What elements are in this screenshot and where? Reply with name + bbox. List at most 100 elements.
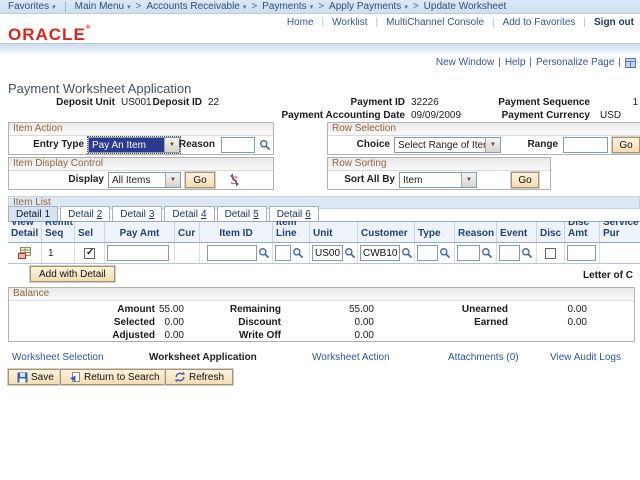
link-add-to-favorites[interactable]: Add to Favorites	[503, 17, 576, 28]
col-unit: Unit	[310, 222, 358, 242]
item-line-lookup-icon[interactable]	[292, 247, 304, 259]
view-detail-icon[interactable]	[17, 246, 32, 260]
col-customer: Customer	[358, 222, 415, 242]
grid-data-row: 1	[8, 243, 640, 264]
link-worklist[interactable]: Worklist	[332, 17, 367, 28]
link-sign-out[interactable]: Sign out	[594, 17, 634, 28]
breadcrumb-main-menu[interactable]: Main Menu▾	[75, 1, 131, 12]
menu-arrow-icon: ▾	[127, 3, 131, 11]
link-new-window[interactable]: New Window	[436, 57, 494, 68]
save-button[interactable]: Save	[8, 369, 63, 385]
header-gradient-band	[0, 43, 640, 54]
tab-detail-1[interactable]: Detail1	[8, 206, 58, 221]
breadcrumb-update-worksheet[interactable]: Update Worksheet	[424, 1, 507, 12]
display-go-button[interactable]: Go	[185, 172, 215, 188]
breadcrumb-accounts-receivable[interactable]: Accounts Receivable▾	[146, 1, 246, 12]
disc-amt-input[interactable]	[567, 245, 596, 261]
sort-go-button[interactable]: Go	[511, 172, 539, 188]
discount-value: 0.00	[299, 317, 374, 328]
item-display-control-groupbox: Item Display Control Display All Items▼ …	[8, 157, 274, 190]
earned-value: 0.00	[519, 317, 587, 328]
payment-currency-label: Payment Currency	[480, 110, 590, 121]
item-id-input[interactable]	[207, 245, 257, 261]
chevron-down-icon: ▼	[165, 173, 180, 187]
breadcrumb-separator: >	[318, 1, 324, 12]
refresh-button[interactable]: Refresh	[165, 369, 233, 385]
return-to-search-icon	[69, 371, 81, 383]
col-event: Event	[497, 222, 537, 242]
item-action-groupbox: Item Action Entry Type Pay An Item▼ Reas…	[8, 122, 274, 155]
choice-select[interactable]: Select Range of Items▼	[394, 137, 501, 153]
col-item-line: Item Line	[273, 222, 310, 242]
letter-of-credit-label: Letter of C	[583, 270, 633, 281]
link-view-audit-logs[interactable]: View Audit Logs	[550, 352, 621, 363]
item-line-input[interactable]	[275, 245, 291, 261]
sort-all-by-select[interactable]: Item▼	[399, 172, 477, 188]
breadcrumb-apply-payments[interactable]: Apply Payments▾	[329, 1, 408, 12]
item-list-tabs: Detail1 Detail2 Detail3 Detail4 Detail5 …	[8, 206, 319, 221]
col-item-id: Item ID	[200, 222, 273, 242]
currency-conversion-icon[interactable]: S	[228, 173, 241, 187]
link-help[interactable]: Help	[505, 57, 526, 68]
disc-checkbox[interactable]	[545, 248, 556, 259]
unit-input[interactable]	[312, 245, 343, 261]
tab-detail-5[interactable]: Detail5	[217, 206, 267, 221]
reason-lookup-icon[interactable]	[259, 139, 271, 151]
payment-sequence-label: Payment Sequence	[480, 97, 590, 108]
link-home[interactable]: Home	[287, 17, 314, 28]
breadcrumb-separator: >	[413, 1, 419, 12]
remaining-label: Remaining	[179, 304, 281, 315]
return-to-search-button[interactable]: Return to Search	[60, 369, 169, 385]
tab-detail-3[interactable]: Detail3	[112, 206, 162, 221]
disc-cell	[537, 243, 565, 263]
payment-sequence-value: 1	[596, 97, 638, 108]
add-with-detail-button[interactable]: Add with Detail	[30, 266, 115, 282]
sel-checkbox[interactable]	[84, 248, 95, 259]
event-lookup-icon[interactable]	[521, 247, 533, 259]
col-remit-seq: Remit Seq	[42, 222, 75, 242]
row-reason-lookup-icon[interactable]	[481, 247, 493, 259]
tab-detail-6[interactable]: Detail6	[269, 206, 319, 221]
breadcrumb-payments[interactable]: Payments▾	[262, 1, 313, 12]
remit-seq-cell: 1	[42, 243, 75, 263]
link-multichannel-console[interactable]: MultiChannel Console	[386, 17, 484, 28]
customer-input[interactable]	[360, 245, 400, 261]
tab-detail-2[interactable]: Detail2	[60, 206, 110, 221]
pay-amt-input[interactable]	[107, 245, 169, 261]
item-id-lookup-icon[interactable]	[258, 247, 270, 259]
breadcrumb-favorites[interactable]: Favorites▾	[8, 1, 56, 12]
range-label: Range	[502, 139, 558, 150]
col-pay-amt: Pay Amt	[105, 222, 175, 242]
disc-amt-cell	[565, 243, 600, 263]
tab-detail-4[interactable]: Detail4	[164, 206, 214, 221]
payment-currency-value: USD	[600, 110, 621, 121]
type-lookup-icon[interactable]	[439, 247, 451, 259]
sort-all-by-label: Sort All By	[328, 174, 395, 185]
menu-arrow-icon: ▾	[52, 3, 56, 11]
range-input[interactable]	[563, 137, 608, 153]
link-worksheet-action[interactable]: Worksheet Action	[312, 352, 390, 363]
event-input[interactable]	[499, 245, 520, 261]
chevron-down-icon: ▼	[485, 138, 500, 152]
deposit-unit-label: Deposit Unit	[8, 97, 115, 108]
display-select[interactable]: All Items▼	[108, 172, 181, 188]
header-links: Home | Worklist | MultiChannel Console |…	[287, 16, 634, 28]
row-reason-input[interactable]	[457, 245, 480, 261]
item-id-cell	[200, 243, 273, 263]
breadcrumb: Favorites▾ Main Menu▾ > Accounts Receiva…	[0, 0, 640, 14]
unearned-value: 0.00	[519, 304, 587, 315]
link-personalize-page[interactable]: Personalize Page	[536, 57, 614, 68]
personalize-layout-icon[interactable]	[625, 58, 636, 68]
customer-lookup-icon[interactable]	[401, 247, 413, 259]
range-go-button[interactable]: Go	[612, 137, 640, 153]
write-off-label: Write Off	[179, 330, 281, 341]
type-input[interactable]	[417, 245, 438, 261]
link-worksheet-selection[interactable]: Worksheet Selection	[12, 352, 104, 363]
reason-input[interactable]	[221, 137, 255, 153]
svg-text:S: S	[231, 173, 238, 187]
row-sorting-title: Row Sorting	[328, 158, 550, 171]
unit-lookup-icon[interactable]	[344, 247, 356, 259]
link-attachments[interactable]: Attachments (0)	[448, 352, 519, 363]
row-sorting-groupbox: Row Sorting Sort All By Item▼ Go	[327, 157, 551, 190]
discount-label: Discount	[179, 317, 281, 328]
